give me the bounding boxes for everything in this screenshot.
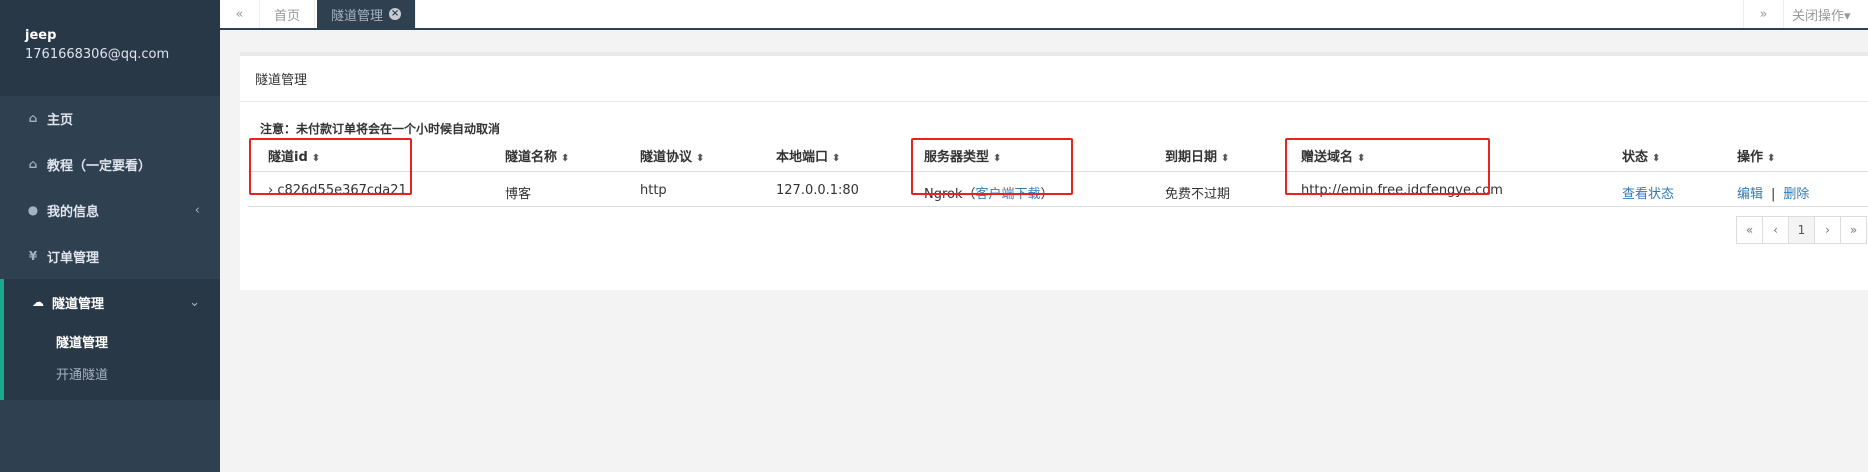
home-icon: ⌂ — [28, 111, 38, 125]
tab-label: 首页 — [274, 8, 301, 24]
prev-page-button[interactable]: ‹ — [1762, 216, 1789, 244]
sort-icon: ⬍ — [1767, 153, 1776, 164]
column-header-protocol[interactable]: 隧道协议 ⬍ — [640, 146, 704, 165]
last-page-button[interactable]: » — [1840, 216, 1867, 244]
sidebar-item-label: 教程（一定要看） — [47, 158, 152, 174]
first-page-button[interactable]: « — [1736, 216, 1763, 244]
view-status-link[interactable]: 查看状态 — [1622, 183, 1674, 202]
chevron-down-icon: ⌄ — [189, 294, 200, 310]
tabs-next-button[interactable]: » — [1743, 0, 1783, 28]
home-icon: ⌂ — [28, 157, 38, 171]
user-profile: jeep 1761668306@qq.com — [0, 0, 220, 96]
sidebar-subitem-open-tunnel[interactable]: 开通隧道 — [56, 364, 108, 383]
close-ops-dropdown[interactable]: 关闭操作▾ — [1783, 0, 1868, 28]
column-header-local-port[interactable]: 本地端口 ⬍ — [776, 146, 840, 165]
edit-link[interactable]: 编辑 — [1737, 187, 1763, 202]
table-cell-actions: 编辑 | 删除 — [1737, 183, 1809, 202]
tab-label: 隧道管理 — [331, 8, 384, 24]
table-cell-expire: 免费不过期 — [1165, 187, 1231, 202]
cloud-icon: ☁ — [32, 295, 44, 309]
delete-link[interactable]: 删除 — [1783, 187, 1809, 202]
column-header-status[interactable]: 状态 ⬍ — [1622, 146, 1660, 165]
double-chevron-right-icon: » — [1759, 6, 1768, 22]
sidebar-item-tunnels[interactable]: ☁ 隧道管理 ⌄ — [0, 279, 220, 325]
sort-icon: ⬍ — [1221, 153, 1230, 164]
panel-title: 隧道管理 — [240, 56, 1868, 102]
sort-icon: ⬍ — [1652, 153, 1661, 164]
next-page-button[interactable]: › — [1814, 216, 1841, 244]
user-icon: ● — [27, 203, 39, 217]
table-cell-name: 博客 — [505, 187, 532, 202]
tab-home[interactable]: 首页 — [260, 0, 316, 28]
sort-icon: ⬍ — [832, 153, 841, 164]
close-ops-label: 关闭操作▾ — [1792, 8, 1851, 24]
column-header-name[interactable]: 隧道名称 ⬍ — [505, 146, 569, 165]
sidebar-item-label: 隧道管理 — [52, 296, 105, 312]
table-cell-local-port: 127.0.0.1:80 — [776, 183, 859, 198]
user-email: 1761668306@qq.com — [25, 47, 170, 62]
sidebar-item-label: 主页 — [47, 112, 74, 128]
sort-icon: ⬍ — [561, 153, 570, 164]
table-divider — [248, 206, 1868, 207]
column-header-expire[interactable]: 到期日期 ⬍ — [1165, 146, 1229, 165]
sidebar-item-orders[interactable]: ¥ 订单管理 — [0, 233, 220, 279]
sidebar-item-label: 订单管理 — [47, 250, 100, 266]
yen-icon: ¥ — [28, 249, 38, 263]
highlight-box-server-type — [911, 138, 1073, 195]
chevron-left-icon: ‹ — [194, 202, 200, 218]
sidebar-subitem-tunnel-manage[interactable]: 隧道管理 — [56, 332, 108, 351]
close-icon[interactable]: × — [389, 8, 402, 20]
user-name[interactable]: jeep — [25, 28, 195, 43]
double-chevron-left-icon: « — [235, 6, 244, 22]
highlight-box-domain — [1285, 138, 1490, 195]
sidebar-item-tutorial[interactable]: ⌂ 教程（一定要看） — [0, 141, 220, 187]
highlight-box-id — [249, 138, 412, 195]
sidebar: jeep 1761668306@qq.com ⌂ 主页 ⌂ 教程（一定要看） ●… — [0, 0, 220, 472]
tunnel-panel: 隧道管理 注意：未付款订单将会在一个小时候自动取消 隧道id ⬍ 隧道名称 ⬍ 隧道… — [240, 52, 1868, 290]
pagination: « ‹ 1 › » — [1736, 216, 1867, 244]
tab-tunnel-manage[interactable]: 隧道管理 × — [317, 0, 417, 28]
sort-icon: ⬍ — [696, 153, 705, 164]
tab-bar: « 首页 隧道管理 × » 关闭操作▾ — [220, 0, 1868, 30]
column-header-actions[interactable]: 操作 ⬍ — [1737, 146, 1775, 165]
sidebar-item-home[interactable]: ⌂ 主页 — [0, 95, 220, 141]
sidebar-item-my-info[interactable]: ● 我的信息 ‹ — [0, 187, 220, 233]
sidebar-item-label: 我的信息 — [47, 204, 100, 220]
table-cell-protocol: http — [640, 183, 667, 198]
tabs-prev-button[interactable]: « — [220, 0, 260, 28]
page-1-button[interactable]: 1 — [1788, 216, 1815, 244]
notice-text: 注意：未付款订单将会在一个小时候自动取消 — [260, 122, 501, 136]
action-separator: | — [1771, 187, 1776, 202]
